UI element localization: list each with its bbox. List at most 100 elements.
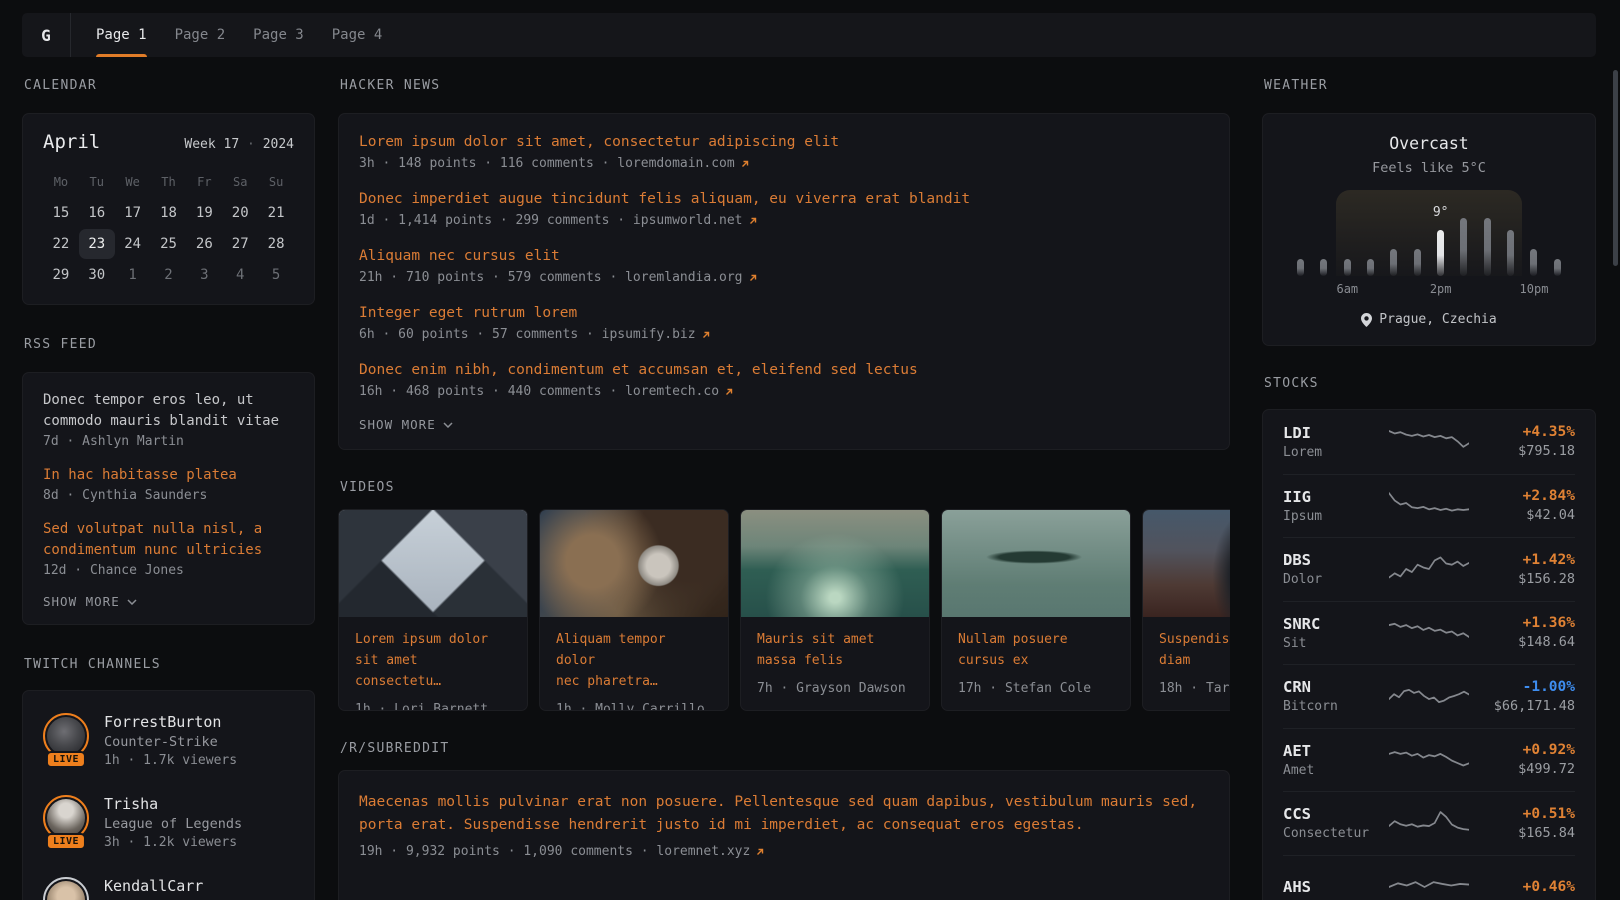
weather-feels-like: Feels like 5°C [1289, 160, 1569, 176]
video-card[interactable]: Mauris sit amet massa felis 7h · Grayson… [740, 509, 930, 711]
rss-section-header: RSS FEED [24, 337, 315, 352]
video-thumbnail[interactable] [339, 510, 527, 617]
app-logo[interactable]: G [22, 13, 71, 57]
avatar [43, 877, 89, 900]
video-card[interactable]: Lorem ipsum dolor sit amet consectetu… 1… [338, 509, 528, 711]
calendar-day-next-month: 5 [258, 260, 294, 290]
video-title[interactable]: Aliquam tempor dolor nec pharetra… [556, 629, 712, 692]
external-link-icon[interactable] [740, 159, 750, 169]
stock-ticker: SNRC [1283, 615, 1379, 633]
hn-meta-text: 1d · 1,414 points · 299 comments · ipsum… [359, 213, 743, 228]
external-link-icon[interactable] [748, 273, 758, 283]
video-thumbnail[interactable] [540, 510, 728, 617]
rss-item-title[interactable]: Sed volutpat nulla nisl, a condimentum n… [43, 519, 294, 561]
external-link-icon[interactable] [724, 387, 734, 397]
stock-change: +4.35% [1479, 424, 1575, 440]
calendar-day-next-month: 4 [222, 260, 258, 290]
video-title[interactable]: Nullam posuere cursus ex [958, 629, 1114, 671]
weather-bar-column [1546, 259, 1569, 276]
subreddit-post-title[interactable]: Maecenas mollis pulvinar erat non posuer… [359, 791, 1209, 837]
hacker-news-widget: Lorem ipsum dolor sit amet, consectetur … [338, 113, 1230, 450]
rss-show-more-button[interactable]: SHOW MORE [43, 594, 294, 609]
stock-values: +0.46% [1479, 879, 1575, 895]
avatar: LIVE [43, 713, 89, 759]
stock-row[interactable]: AHS +0.46% [1283, 855, 1575, 900]
stock-row[interactable]: LDI Lorem +4.35% $795.18 [1283, 410, 1575, 474]
weather-bar [1320, 259, 1327, 276]
video-title[interactable]: Mauris sit amet massa felis [757, 629, 913, 671]
axis-tick-label: 10pm [1520, 282, 1549, 296]
hn-story-title[interactable]: Integer eget rutrum lorem [359, 303, 1209, 323]
weekday-header: Th [151, 167, 187, 197]
stock-change: +1.36% [1479, 615, 1575, 631]
video-thumbnail[interactable] [1143, 510, 1230, 617]
stock-values: +0.92% $499.72 [1479, 742, 1575, 777]
weather-location-text: Prague, Czechia [1379, 312, 1496, 327]
twitch-widget: LIVE ForrestBurton Counter-Strike 1h · 1… [22, 690, 315, 900]
stock-id: DBS Dolor [1283, 551, 1379, 587]
calendar-day: 27 [222, 229, 258, 259]
video-card[interactable]: Aliquam tempor dolor nec pharetra… 1h · … [539, 509, 729, 711]
stock-row[interactable]: AET Amet +0.92% $499.72 [1283, 728, 1575, 792]
weather-bar-column [1359, 259, 1382, 276]
weather-bar [1344, 259, 1351, 276]
twitch-channel-row[interactable]: LIVE Trisha League of Legends 3h · 1.2k … [43, 795, 294, 851]
weather-bar-column [1289, 259, 1312, 276]
hn-story-meta: 21h · 710 points · 579 comments · loreml… [359, 270, 1209, 285]
hn-show-more-button[interactable]: SHOW MORE [359, 417, 1209, 432]
video-thumbnail[interactable] [741, 510, 929, 617]
stock-price: $156.28 [1479, 571, 1575, 587]
tab-page-4[interactable]: Page 4 [332, 13, 383, 57]
calendar-day: 22 [43, 229, 79, 259]
external-link-icon[interactable] [755, 847, 765, 857]
stock-row[interactable]: IIG Ipsum +2.84% $42.04 [1283, 474, 1575, 538]
hn-story-title[interactable]: Donec imperdiet augue tincidunt felis al… [359, 189, 1209, 209]
twitch-channel-row[interactable]: KendallCarr [43, 877, 294, 900]
stock-sparkline [1379, 678, 1479, 714]
weather-bar-column [1382, 249, 1405, 276]
twitch-channel-row[interactable]: LIVE ForrestBurton Counter-Strike 1h · 1… [43, 713, 294, 769]
stock-row[interactable]: CCS Consectetur +0.51% $165.84 [1283, 791, 1575, 855]
external-link-icon[interactable] [748, 216, 758, 226]
stock-id: CRN Bitcorn [1283, 678, 1379, 714]
twitch-channel-info: KendallCarr [104, 877, 203, 900]
twitch-channel-meta: 1h · 1.7k viewers [104, 753, 237, 768]
video-thumbnail[interactable] [942, 510, 1130, 617]
page-scrollbar-thumb[interactable] [1613, 70, 1618, 266]
stock-row[interactable]: CRN Bitcorn -1.00% $66,171.48 [1283, 664, 1575, 728]
twitch-channel-info: ForrestBurton Counter-Strike 1h · 1.7k v… [104, 713, 237, 769]
calendar-day: 19 [186, 198, 222, 228]
hn-meta-text: 3h · 148 points · 116 comments · loremdo… [359, 156, 735, 171]
video-title[interactable]: Lorem ipsum dolor sit amet consectetu… [355, 629, 511, 692]
rss-item-title[interactable]: Donec tempor eros leo, ut commodo mauris… [43, 390, 294, 432]
twitch-channel-name[interactable]: Trisha [104, 795, 242, 813]
stock-price: $66,171.48 [1479, 698, 1575, 714]
twitch-channel-name[interactable]: ForrestBurton [104, 713, 237, 731]
tab-page-1[interactable]: Page 1 [96, 13, 147, 57]
stock-name: Bitcorn [1283, 699, 1379, 714]
calendar-week-year: Week 17 · 2024 [184, 137, 294, 152]
weather-bar-column [1452, 218, 1475, 276]
twitch-channel-name[interactable]: KendallCarr [104, 877, 203, 895]
video-card-body: Nullam posuere cursus ex 17h · Stefan Co… [942, 617, 1130, 696]
hn-story-title[interactable]: Aliquam nec cursus elit [359, 246, 1209, 266]
rss-item-title[interactable]: In hac habitasse platea [43, 465, 294, 486]
stock-row[interactable]: SNRC Sit +1.36% $148.64 [1283, 601, 1575, 665]
hn-story: Integer eget rutrum lorem 6h · 60 points… [359, 303, 1209, 342]
video-title[interactable]: Suspendisse diam [1159, 629, 1230, 671]
hn-story: Donec enim nibh, condimentum et accumsan… [359, 360, 1209, 399]
hn-story-meta: 16h · 468 points · 440 comments · loremt… [359, 384, 1209, 399]
stock-ticker: IIG [1283, 488, 1379, 506]
hn-story-title[interactable]: Lorem ipsum dolor sit amet, consectetur … [359, 132, 1209, 152]
external-link-icon[interactable] [701, 330, 711, 340]
tab-page-3[interactable]: Page 3 [253, 13, 304, 57]
video-card[interactable]: Suspendisse diam 18h · Tara [1142, 509, 1230, 711]
video-card[interactable]: Nullam posuere cursus ex 17h · Stefan Co… [941, 509, 1131, 711]
stock-ticker: LDI [1283, 424, 1379, 442]
right-column: WEATHER Overcast Feels like 5°C 9° 6am 2… [1262, 70, 1596, 900]
hn-story-title[interactable]: Donec enim nibh, condimentum et accumsan… [359, 360, 1209, 380]
weather-bars [1289, 216, 1569, 276]
dashboard-page: G Page 1 Page 2 Page 3 Page 4 CALENDAR A… [0, 0, 1620, 900]
tab-page-2[interactable]: Page 2 [175, 13, 226, 57]
stock-row[interactable]: DBS Dolor +1.42% $156.28 [1283, 537, 1575, 601]
